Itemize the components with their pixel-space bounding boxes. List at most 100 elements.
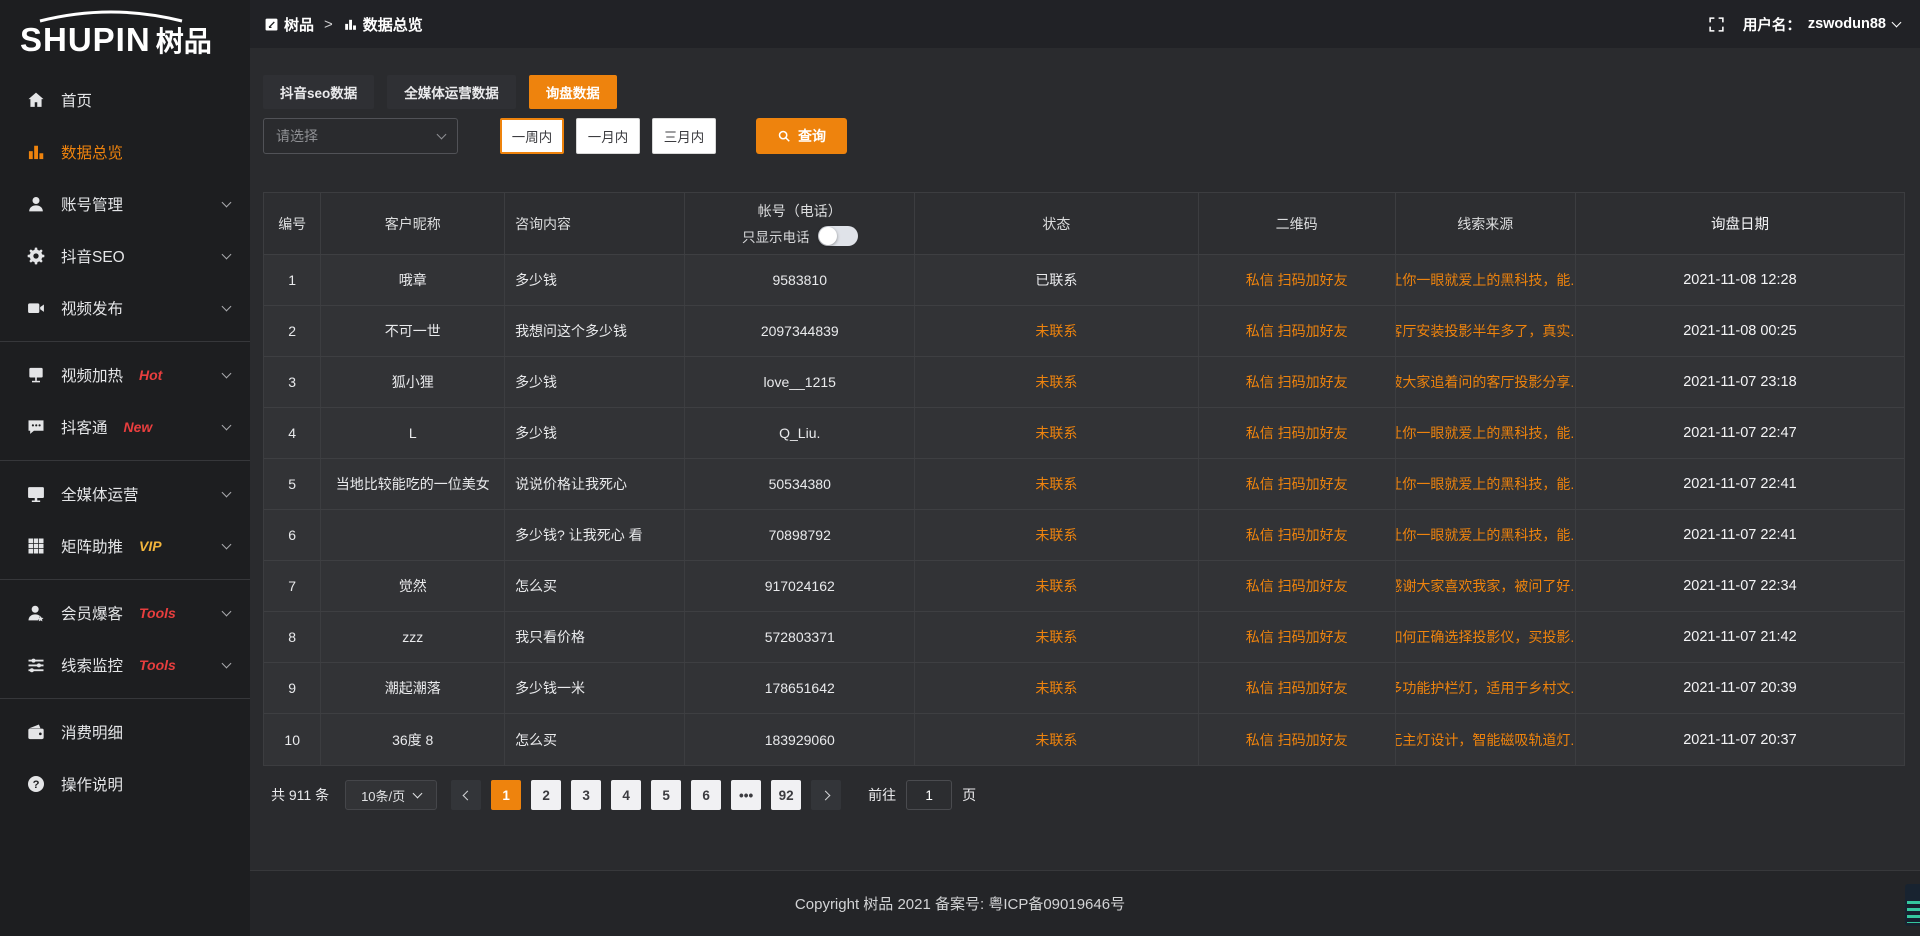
cell-date: 2021-11-07 22:47: [1576, 408, 1904, 458]
page-buttons: 123456 ••• 92: [486, 780, 806, 810]
cell-qrcode-text[interactable]: 私信 扫码加好友: [1246, 627, 1348, 647]
cell-qrcode-text[interactable]: 私信 扫码加好友: [1246, 576, 1348, 596]
sidebar-item-label: 首页: [61, 89, 92, 111]
cell-number-text: 8: [288, 629, 296, 645]
sidebar-item-member-baoke[interactable]: 会员爆客Tools: [0, 587, 250, 639]
cell-source-text[interactable]: 让你一眼就爱上的黑科技，能...: [1396, 270, 1576, 290]
page-button-4[interactable]: 4: [611, 780, 641, 810]
column-header-id: 编号: [264, 193, 321, 254]
sidebar-item-omnimedia-operation[interactable]: 全媒体运营: [0, 468, 250, 520]
page-button-5[interactable]: 5: [651, 780, 681, 810]
cell-nickname: 当地比较能吃的一位美女: [321, 459, 505, 509]
cell-number: 1: [264, 255, 321, 305]
sidebar-item-home[interactable]: 首页: [0, 74, 250, 126]
cell-account-text: 917024162: [765, 578, 835, 594]
period-button-one-month[interactable]: 一月内: [576, 118, 640, 154]
sidebar-item-data-overview[interactable]: 数据总览: [0, 126, 250, 178]
tab-omnimedia-data[interactable]: 全媒体运营数据: [387, 75, 516, 109]
cell-source: 多功能护栏灯，适用于乡村文...: [1396, 663, 1576, 713]
user-menu[interactable]: 用户名：zswodun88: [1743, 14, 1900, 35]
sidebar-item-label: 视频加热: [61, 364, 123, 386]
cell-status-text: 已联系: [1035, 270, 1077, 290]
page-button-1[interactable]: 1: [491, 780, 521, 810]
cell-status: 未联系: [915, 663, 1199, 713]
cell-source-text[interactable]: 感谢大家喜欢我家，被问了好...: [1396, 576, 1576, 596]
page-button-3[interactable]: 3: [571, 780, 601, 810]
cell-qrcode-text[interactable]: 私信 扫码加好友: [1246, 423, 1348, 443]
filter-select[interactable]: 请选择: [263, 118, 458, 154]
sidebar-item-label: 全媒体运营: [61, 483, 139, 505]
sidebar-item-label: 抖音SEO: [61, 245, 125, 267]
sidebar-item-video-publish[interactable]: 视频发布: [0, 282, 250, 334]
sidebar-item-operation-guide[interactable]: ?操作说明: [0, 758, 250, 810]
cell-qrcode-text[interactable]: 私信 扫码加好友: [1246, 474, 1348, 494]
cell-account: love__1215: [685, 357, 915, 407]
fullscreen-icon[interactable]: [1708, 16, 1725, 33]
cell-message-text: 多少钱: [515, 372, 557, 392]
page-size-select[interactable]: 10条/页: [345, 780, 437, 810]
cell-qrcode-text[interactable]: 私信 扫码加好友: [1246, 321, 1348, 341]
cell-number-text: 4: [288, 425, 296, 441]
page-button-6[interactable]: 6: [691, 780, 721, 810]
period-button-one-week[interactable]: 一周内: [500, 118, 564, 154]
sidebar-item-douketong[interactable]: 抖客通New: [0, 401, 250, 453]
table-row: 9潮起潮落多少钱一米178651642未联系私信 扫码加好友多功能护栏灯，适用于…: [264, 663, 1904, 714]
copyright-text: Copyright 树品 2021 备案号: 粤ICP备09019646号: [795, 893, 1125, 914]
chevron-down-icon: [437, 129, 447, 139]
cell-qrcode-text[interactable]: 私信 扫码加好友: [1246, 730, 1348, 750]
next-page-button[interactable]: [811, 780, 841, 810]
sidebar-badge-hot: Hot: [139, 367, 162, 383]
cell-source-text[interactable]: 让你一眼就爱上的黑科技，能...: [1396, 423, 1576, 443]
sidebar-item-video-heat[interactable]: 视频加热 Hot: [0, 349, 250, 401]
sidebar-item-matrix-boost[interactable]: 矩阵助推VIP: [0, 520, 250, 572]
breadcrumb-home[interactable]: 树品: [264, 14, 314, 35]
cell-nickname-text: 当地比较能吃的一位美女: [336, 474, 490, 494]
cell-source-text[interactable]: 被大家追着问的客厅投影分享...: [1396, 372, 1576, 392]
sidebar-item-clue-monitor[interactable]: 线索监控Tools: [0, 639, 250, 691]
prev-page-button[interactable]: [451, 780, 481, 810]
cell-source-text[interactable]: 如何正确选择投影仪，买投影...: [1396, 627, 1576, 647]
cell-source-text[interactable]: 让你一眼就爱上的黑科技，能...: [1396, 474, 1576, 494]
sidebar-item-label: 会员爆客: [61, 602, 123, 624]
cell-number: 5: [264, 459, 321, 509]
cell-qrcode-text[interactable]: 私信 扫码加好友: [1246, 525, 1348, 545]
cell-source-text[interactable]: 无主灯设计，智能磁吸轨道灯...: [1396, 730, 1576, 750]
cell-qrcode: 私信 扫码加好友: [1199, 714, 1396, 765]
cell-qrcode: 私信 扫码加好友: [1199, 459, 1396, 509]
cell-source-text[interactable]: 让你一眼就爱上的黑科技，能...: [1396, 525, 1576, 545]
tab-inquiry-data[interactable]: 询盘数据: [529, 75, 617, 109]
cell-nickname-text: L: [409, 425, 417, 441]
cell-qrcode-text[interactable]: 私信 扫码加好友: [1246, 678, 1348, 698]
page-button-92[interactable]: 92: [771, 780, 801, 810]
sidebar-item-douyin-seo[interactable]: 抖音SEO: [0, 230, 250, 282]
sidebar-item-label: 线索监控: [61, 654, 123, 676]
phone-only-toggle[interactable]: [818, 226, 858, 246]
table-row: 6多少钱? 让我死心 看70898792未联系私信 扫码加好友让你一眼就爱上的黑…: [264, 510, 1904, 561]
tab-douyin-seo-data[interactable]: 抖音seo数据: [263, 75, 374, 109]
cell-status: 未联系: [915, 612, 1199, 662]
cell-qrcode-text[interactable]: 私信 扫码加好友: [1246, 270, 1348, 290]
filter-bar: 请选择 一周内一月内三月内 查询: [263, 118, 1905, 154]
column-header-qrcode: 二维码: [1199, 193, 1396, 254]
cell-source-text[interactable]: 多功能护栏灯，适用于乡村文...: [1396, 678, 1576, 698]
sidebar-item-consumption-detail[interactable]: 消费明细: [0, 706, 250, 758]
goto-page-input[interactable]: 1: [906, 780, 952, 810]
query-button[interactable]: 查询: [756, 118, 847, 154]
sidebar-item-account-management[interactable]: 账号管理: [0, 178, 250, 230]
topbar: 树品 > 数据总览 用户名：zswodun88: [250, 0, 1920, 48]
chevron-down-icon: [222, 539, 232, 549]
cell-account-text: 9583810: [772, 272, 827, 288]
period-button-three-months[interactable]: 三月内: [652, 118, 716, 154]
logo-en: SHUPIN: [20, 21, 151, 59]
page-button-2[interactable]: 2: [531, 780, 561, 810]
cell-qrcode-text[interactable]: 私信 扫码加好友: [1246, 372, 1348, 392]
cell-message: 怎么买: [505, 561, 685, 611]
page-more-button[interactable]: •••: [731, 780, 761, 810]
cell-status-text: 未联系: [1035, 730, 1077, 750]
cell-status: 未联系: [915, 459, 1199, 509]
floating-widget[interactable]: [1905, 884, 1920, 926]
cell-source-text[interactable]: 客厅安装投影半年多了，真实...: [1396, 321, 1576, 341]
cell-message-text: 怎么买: [515, 576, 557, 596]
cell-nickname-text: zzz: [402, 629, 423, 645]
cell-status: 已联系: [915, 255, 1199, 305]
